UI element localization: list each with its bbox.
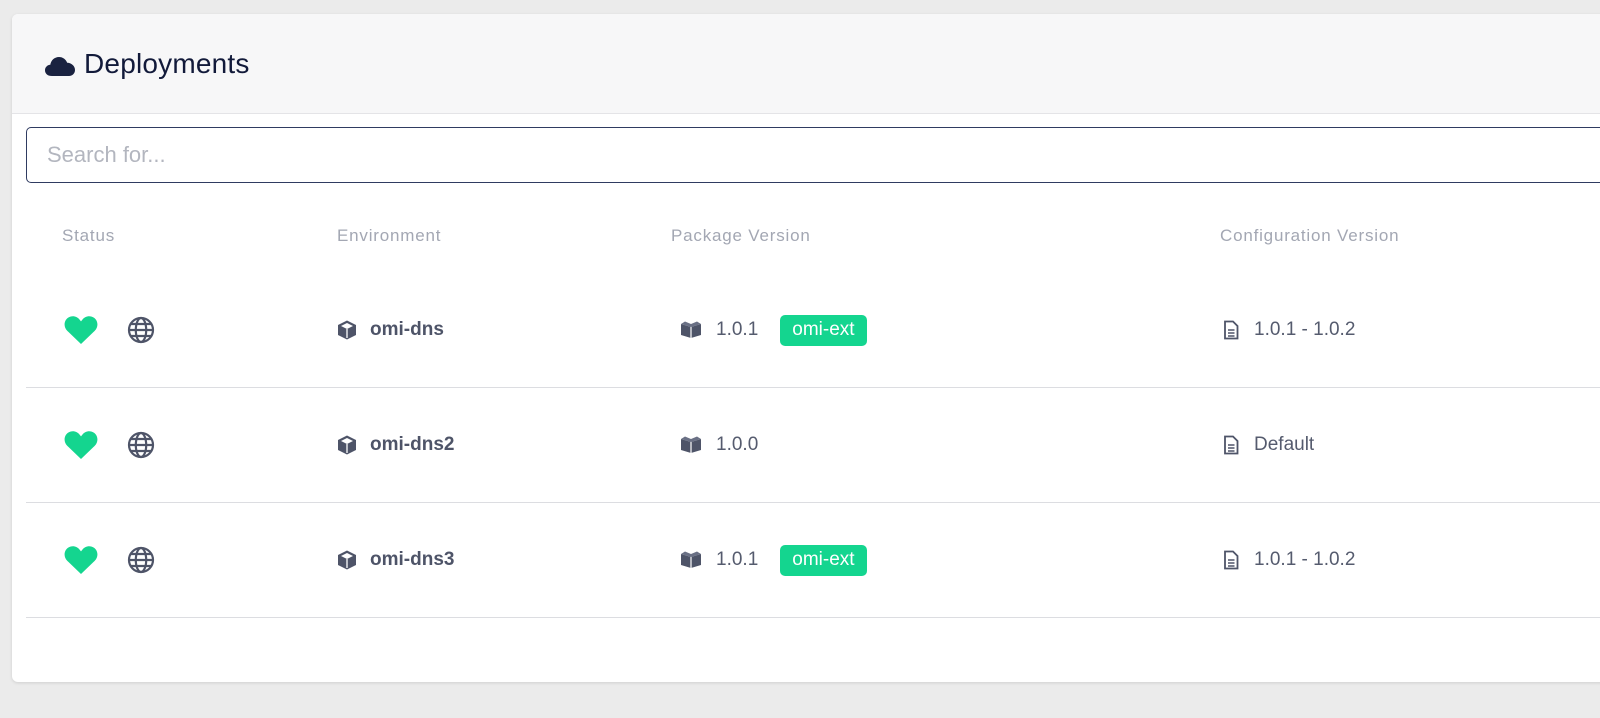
column-header-environment[interactable]: Environment: [337, 226, 441, 246]
document-icon: [1224, 320, 1239, 340]
globe-icon[interactable]: [127, 316, 155, 344]
package-tag-badge: omi-ext: [780, 544, 867, 576]
status-cell-globe: [127, 273, 155, 387]
status-cell: [64, 503, 98, 617]
cube-icon: [338, 320, 356, 340]
search-box[interactable]: [26, 127, 1600, 183]
heart-icon: [64, 546, 98, 574]
package-icon: [681, 436, 701, 453]
status-cell-globe: [127, 388, 155, 502]
package-tag-badge: omi-ext: [780, 314, 867, 346]
card-header: Deployments: [12, 14, 1600, 114]
environment-name[interactable]: omi-dns2: [370, 434, 454, 456]
heart-icon: [64, 316, 98, 344]
status-cell-globe: [127, 503, 155, 617]
environment-cell[interactable]: omi-dns: [336, 273, 444, 387]
column-header-status[interactable]: Status: [62, 226, 115, 246]
status-cell: [64, 388, 98, 502]
environment-cell[interactable]: omi-dns2: [336, 388, 454, 502]
document-icon: [1224, 550, 1239, 570]
package-version: 1.0.1: [716, 549, 759, 570]
document-icon: [1224, 435, 1239, 455]
package-version-cell: 1.0.1 omi-ext: [680, 273, 867, 387]
package-version: 1.0.1: [716, 319, 759, 340]
globe-icon[interactable]: [127, 431, 155, 459]
table-row[interactable]: omi-dns3 1.0.1 omi-ext 1.0.1 - 1.0.2: [26, 503, 1600, 618]
cube-icon: [338, 550, 356, 570]
package-version-cell: 1.0.1 omi-ext: [680, 503, 867, 617]
configuration-version: 1.0.1 - 1.0.2: [1254, 319, 1356, 340]
column-header-configuration-version[interactable]: Configuration Version: [1220, 226, 1399, 246]
search-input[interactable]: [27, 128, 1600, 182]
globe-icon[interactable]: [127, 546, 155, 574]
table-row[interactable]: omi-dns 1.0.1 omi-ext 1.0.1 - 1.0.2: [26, 273, 1600, 388]
heart-icon: [64, 431, 98, 459]
configuration-version-cell: 1.0.1 - 1.0.2: [1222, 503, 1355, 617]
environment-cell[interactable]: omi-dns3: [336, 503, 454, 617]
cube-icon: [338, 435, 356, 455]
status-cell: [64, 273, 98, 387]
cloud-icon: [45, 56, 75, 76]
configuration-version-cell: 1.0.1 - 1.0.2: [1222, 273, 1355, 387]
configuration-version: 1.0.1 - 1.0.2: [1254, 549, 1356, 570]
configuration-version-cell: Default: [1222, 388, 1314, 502]
page-title: Deployments: [84, 47, 250, 79]
environment-name[interactable]: omi-dns3: [370, 549, 454, 571]
table-row[interactable]: omi-dns2 1.0.0 Default: [26, 388, 1600, 503]
package-icon: [681, 321, 701, 338]
environment-name[interactable]: omi-dns: [370, 319, 444, 341]
package-icon: [681, 551, 701, 568]
package-version-cell: 1.0.0: [680, 388, 758, 502]
configuration-version: Default: [1254, 434, 1315, 455]
package-version: 1.0.0: [716, 434, 759, 455]
column-header-package-version[interactable]: Package Version: [671, 226, 811, 246]
